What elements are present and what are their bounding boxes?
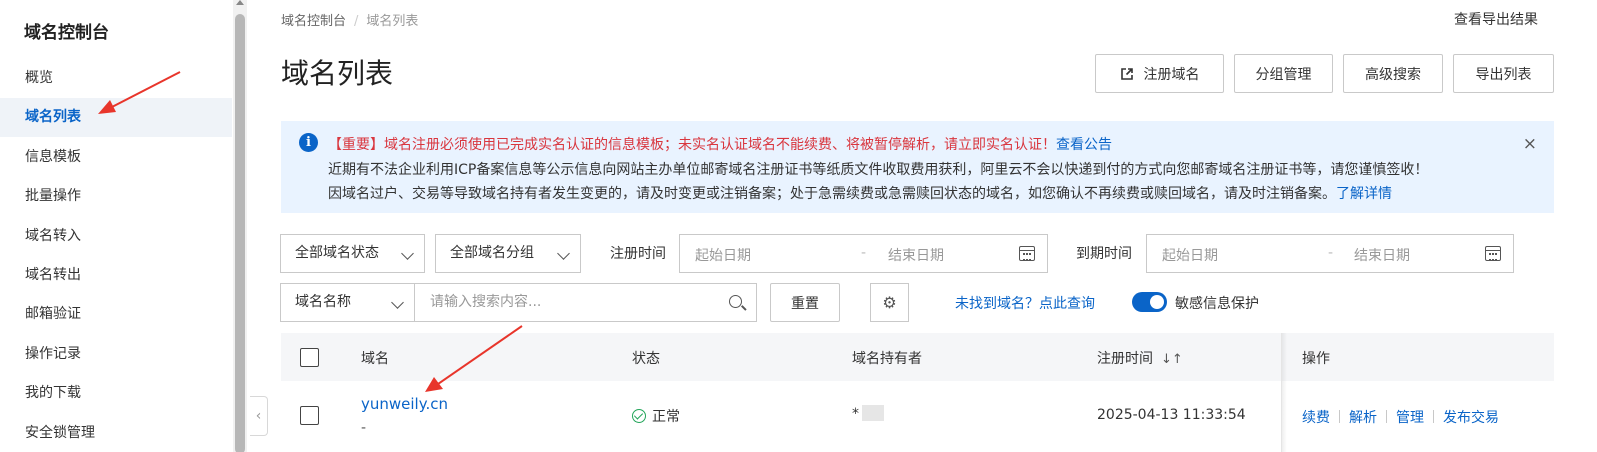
- select-all-checkbox[interactable]: [300, 348, 319, 367]
- notice-line-1: 【重要】域名注册必须使用已完成实名认证的信息模板；未实名认证域名不能续费、将被暂…: [328, 134, 1112, 154]
- reg-time-range-picker[interactable]: 起始日期 - 结束日期: [679, 234, 1048, 273]
- reg-time-cell: 2025-04-13 11:33:54: [1097, 407, 1246, 423]
- status-filter-value: 全部域名状态: [295, 245, 379, 261]
- status-cell: 正常: [632, 406, 680, 426]
- notice-line-3: 因域名过户、交易等导致域名持有者发生变更的，请及时变更或注销备案；处于急需续费或…: [328, 183, 1392, 203]
- scroll-up-icon[interactable]: [236, 0, 244, 5]
- register-domain-label: 注册域名: [1143, 66, 1200, 83]
- sidebar-item-my-downloads[interactable]: 我的下载: [0, 374, 232, 413]
- group-filter-select[interactable]: 全部域名分组: [435, 234, 581, 273]
- breadcrumb-current: 域名列表: [366, 14, 419, 29]
- reg-end-date[interactable]: 结束日期: [888, 245, 944, 265]
- reset-button[interactable]: 重置: [770, 283, 840, 322]
- col-domain-header: 域名: [361, 351, 389, 367]
- sidebar-scrollbar[interactable]: [233, 0, 247, 452]
- dns-resolve-link[interactable]: 解析: [1349, 410, 1377, 426]
- renew-link[interactable]: 续费: [1302, 410, 1330, 426]
- breadcrumb-separator: /: [354, 14, 359, 29]
- chevron-down-icon: [391, 296, 404, 309]
- register-domain-button[interactable]: 注册域名: [1095, 54, 1224, 93]
- chevron-down-icon: [401, 247, 414, 260]
- learn-more-link[interactable]: 了解详情: [1336, 186, 1392, 202]
- exp-time-range-picker[interactable]: 起始日期 - 结束日期: [1146, 234, 1514, 273]
- group-manage-button[interactable]: 分组管理: [1234, 54, 1333, 93]
- col-holder-header: 域名持有者: [852, 351, 922, 367]
- search-icon[interactable]: [729, 295, 742, 308]
- notice-important-text: 【重要】域名注册必须使用已完成实名认证的信息模板；未实名认证域名不能续费、将被暂…: [328, 137, 1056, 153]
- external-link-icon: [1120, 67, 1133, 80]
- sensitive-info-label: 敏感信息保护: [1175, 296, 1259, 312]
- advanced-search-button[interactable]: 高级搜索: [1343, 54, 1443, 93]
- table-header: 域名 状态 域名持有者 注册时间 ↓↑ 操作: [281, 333, 1554, 381]
- sort-icon[interactable]: ↓↑: [1161, 352, 1183, 367]
- export-results-link[interactable]: 查看导出结果: [1454, 9, 1538, 29]
- group-filter-value: 全部域名分组: [450, 245, 534, 261]
- chevron-down-icon: [557, 247, 570, 260]
- divider: [1339, 410, 1340, 423]
- sensitive-info-toggle[interactable]: [1132, 292, 1167, 312]
- status-filter-select[interactable]: 全部域名状态: [280, 234, 425, 273]
- domain-not-found-link[interactable]: 未找到域名？点此查询: [955, 293, 1095, 313]
- breadcrumb-root[interactable]: 域名控制台: [281, 14, 346, 29]
- ops-cell: 续费 解析 管理 发布交易: [1302, 407, 1499, 427]
- sidebar-item-batch-ops[interactable]: 批量操作: [0, 177, 232, 216]
- notice-line-2: 近期有不法企业利用ICP备案信息等公示信息向网站主办单位邮寄域名注册证书等纸质文…: [328, 162, 1429, 178]
- breadcrumb: 域名控制台 / 域名列表: [281, 10, 418, 29]
- publish-trade-link[interactable]: 发布交易: [1443, 410, 1499, 426]
- search-field-value: 域名名称: [295, 294, 351, 310]
- sidebar-item-transfer-in[interactable]: 域名转入: [0, 217, 232, 256]
- sidebar-item-transfer-out[interactable]: 域名转出: [0, 256, 232, 295]
- page-title: 域名列表: [281, 57, 394, 90]
- scrollbar-thumb[interactable]: [235, 14, 245, 452]
- sidebar-collapse-button[interactable]: ‹: [250, 396, 268, 436]
- range-dash: -: [1328, 245, 1334, 261]
- col-reg-time-label: 注册时间: [1097, 351, 1153, 367]
- sidebar: 域名控制台 概览 域名列表 信息模板 批量操作 域名转入 域名转出 邮箱验证 操…: [0, 0, 232, 452]
- search-input[interactable]: 请输入搜索内容...: [414, 283, 757, 322]
- exp-start-date[interactable]: 起始日期: [1162, 245, 1218, 265]
- view-announcement-link[interactable]: 查看公告: [1056, 137, 1112, 153]
- domain-cell: yunweily.cn: [361, 395, 448, 413]
- col-reg-time-header[interactable]: 注册时间 ↓↑: [1097, 348, 1183, 368]
- search-placeholder: 请输入搜索内容...: [430, 294, 542, 310]
- export-list-button[interactable]: 导出列表: [1453, 54, 1554, 93]
- sidebar-title: 域名控制台: [24, 23, 109, 43]
- holder-name: *: [852, 406, 859, 422]
- domain-sub-text: -: [361, 420, 367, 436]
- search-field-select[interactable]: 域名名称: [280, 283, 415, 322]
- divider: [1386, 410, 1387, 423]
- notice-banner: i 【重要】域名注册必须使用已完成实名认证的信息模板；未实名认证域名不能续费、将…: [281, 121, 1554, 213]
- manage-link[interactable]: 管理: [1396, 410, 1424, 426]
- col-status-header: 状态: [632, 351, 660, 367]
- close-icon[interactable]: ×: [1523, 134, 1537, 154]
- status-badge: 正常: [652, 409, 680, 425]
- gear-icon[interactable]: ⚙: [870, 283, 909, 322]
- range-dash: -: [861, 245, 867, 261]
- reg-start-date[interactable]: 起始日期: [695, 245, 751, 265]
- row-checkbox[interactable]: [300, 406, 319, 425]
- sidebar-item-security-lock[interactable]: 安全锁管理: [0, 414, 232, 452]
- domain-link[interactable]: yunweily.cn: [361, 395, 448, 413]
- redacted-mask: [862, 405, 884, 421]
- calendar-icon[interactable]: [1019, 246, 1035, 261]
- holder-cell: *: [852, 405, 884, 422]
- divider: [1433, 410, 1434, 423]
- notice-line-3-text: 因域名过户、交易等导致域名持有者发生变更的，请及时变更或注销备案；处于急需续费或…: [328, 186, 1336, 202]
- exp-end-date[interactable]: 结束日期: [1354, 245, 1410, 265]
- sidebar-item-overview[interactable]: 概览: [0, 59, 232, 98]
- sidebar-item-domain-list[interactable]: 域名列表: [0, 98, 232, 137]
- info-icon: i: [299, 133, 318, 152]
- col-ops-header: 操作: [1302, 351, 1330, 367]
- check-circle-icon: [632, 409, 646, 423]
- sidebar-item-email-verify[interactable]: 邮箱验证: [0, 295, 232, 334]
- sidebar-item-info-template[interactable]: 信息模板: [0, 138, 232, 177]
- sidebar-item-op-records[interactable]: 操作记录: [0, 335, 232, 374]
- calendar-icon[interactable]: [1485, 246, 1501, 261]
- exp-time-label: 到期时间: [1076, 246, 1132, 262]
- ops-column-divider: [1281, 333, 1282, 452]
- table-row: yunweily.cn - 正常 * 2025-04-13 11:33:54 续…: [281, 381, 1554, 452]
- reg-time-label: 注册时间: [610, 246, 666, 262]
